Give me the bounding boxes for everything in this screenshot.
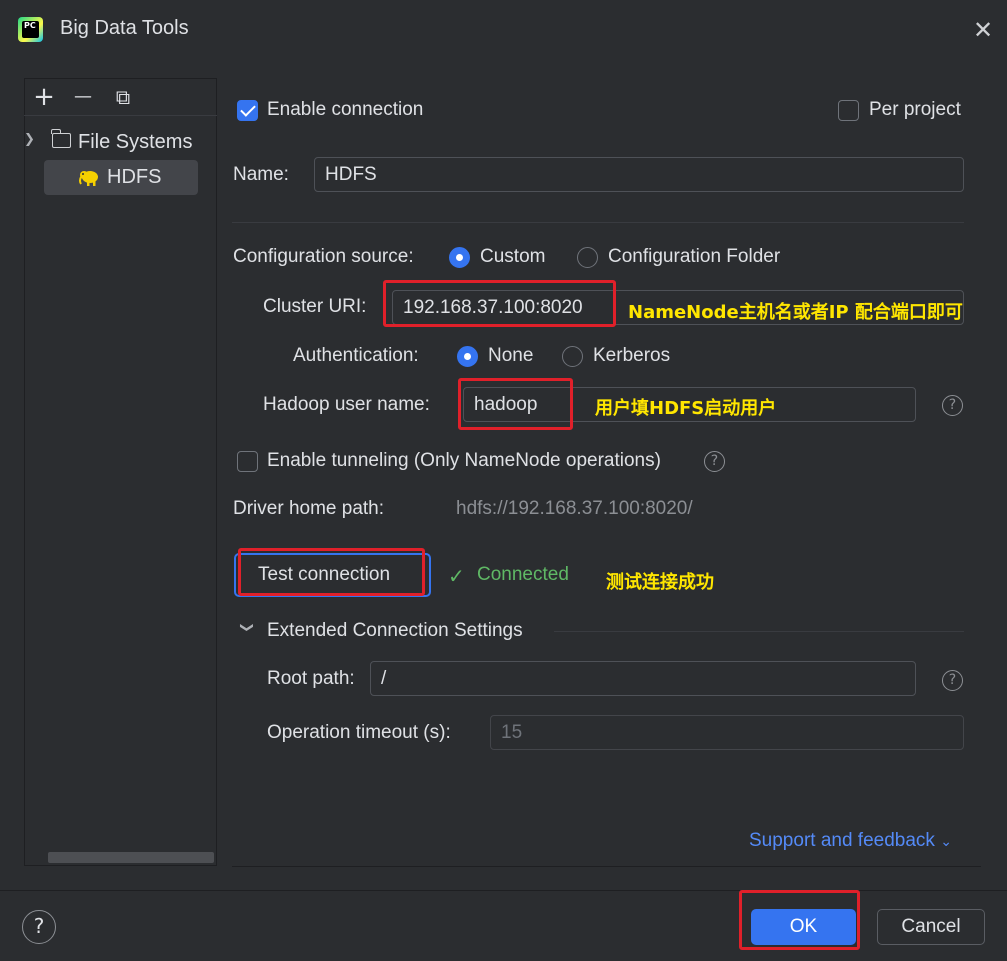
copy-icon[interactable]: ⧉ [111,86,135,110]
enable-connection-checkbox[interactable] [237,100,258,121]
custom-radio-label: Custom [480,246,546,267]
auth-none-label: None [488,345,534,366]
enable-connection-label: Enable connection [267,99,424,120]
tree-item-hdfs-label: HDFS [107,166,162,188]
connections-sidebar [24,78,217,866]
highlight-box-cluster-uri [383,280,616,327]
highlight-box-ok [739,890,860,950]
cancel-button[interactable]: Cancel [877,909,985,945]
help-icon[interactable]: ? [704,451,725,472]
auth-kerberos-label: Kerberos [593,345,671,366]
remove-icon[interactable]: — [71,86,95,110]
support-feedback-label: Support and feedback [749,830,935,851]
annotation-cluster-uri: NameNode主机名或者IP 配合端口即可 [628,302,963,323]
highlight-box-hadoop-user [458,378,573,430]
extended-settings-title[interactable]: Extended Connection Settings [267,620,523,642]
help-icon[interactable]: ? [942,395,963,416]
sidebar-scrollbar[interactable] [48,852,214,863]
support-feedback-link[interactable]: Support and feedback ⌄ [749,830,952,852]
per-project-label: Per project [869,99,961,120]
logo-text: PC [22,21,39,38]
driver-home-value: hdfs://192.168.37.100:8020/ [456,498,693,519]
hadoop-user-label: Hadoop user name: [263,394,430,415]
divider [232,222,964,223]
timeout-label: Operation timeout (s): [267,722,451,743]
enable-tunneling-label: Enable tunneling (Only NameNode operatio… [267,450,661,471]
pycharm-logo-icon: PC [18,17,43,42]
auth-none-radio[interactable] [457,346,478,367]
help-button[interactable]: ? [22,910,56,944]
cluster-uri-label: Cluster URI: [263,296,367,317]
root-path-label: Root path: [267,668,355,689]
root-path-input[interactable]: / [370,661,916,696]
annotation-hadoop-user: 用户填HDFS启动用户 [595,398,777,419]
per-project-checkbox[interactable] [838,100,859,121]
auth-kerberos-radio[interactable] [562,346,583,367]
name-label: Name: [233,164,289,185]
driver-home-label: Driver home path: [233,498,385,519]
enable-tunneling-checkbox[interactable] [237,451,258,472]
config-source-label: Configuration source: [233,246,414,267]
hadoop-elephant-icon [79,171,98,186]
name-input[interactable]: HDFS [314,157,964,192]
chevron-down-icon: ⌄ [940,834,952,850]
divider [554,631,964,632]
connection-status: Connected [477,564,569,585]
config-folder-radio-label: Configuration Folder [608,246,781,267]
highlight-box-test-connection [238,548,425,596]
checkmark-icon: ✓ [448,564,465,588]
add-icon[interactable]: + [32,84,56,110]
divider [232,866,981,867]
tree-group-file-systems[interactable]: File Systems [78,131,192,154]
help-icon[interactable]: ? [942,670,963,691]
authentication-label: Authentication: [293,345,419,366]
window-title: Big Data Tools [60,17,189,39]
folder-icon [51,129,71,148]
custom-radio[interactable] [449,247,470,268]
chevron-down-icon[interactable]: ❯ [239,622,254,633]
timeout-input[interactable]: 15 [490,715,964,750]
chevron-down-icon[interactable]: ❯ [24,132,35,147]
close-icon[interactable]: ✕ [972,18,994,42]
config-folder-radio[interactable] [577,247,598,268]
annotation-test-connection: 测试连接成功 [606,572,714,593]
